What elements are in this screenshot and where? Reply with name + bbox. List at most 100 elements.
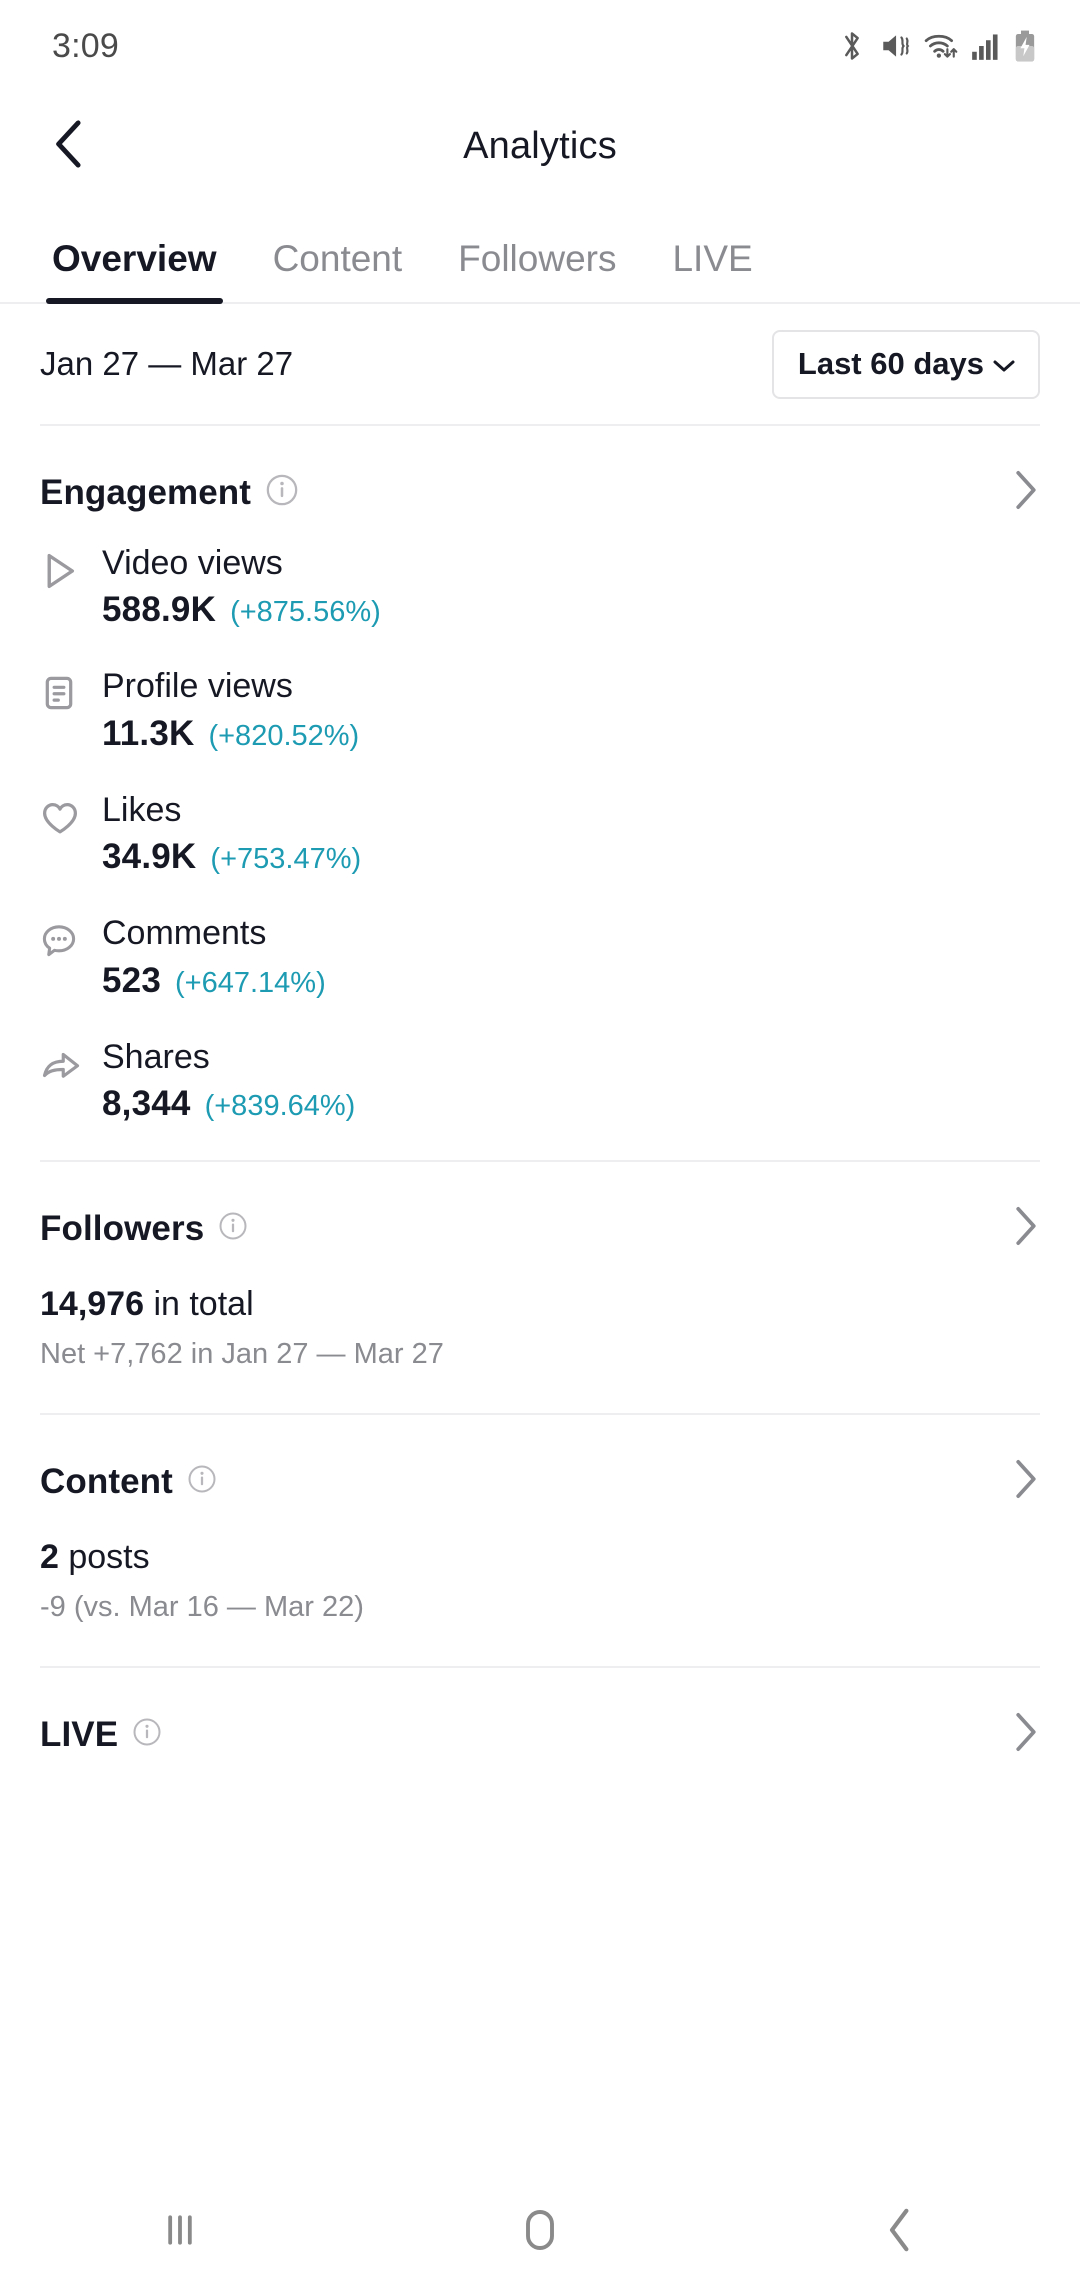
metric-value-row: 588.9K (+875.56%) bbox=[102, 590, 1040, 630]
back-icon bbox=[883, 2206, 917, 2259]
followers-net-text: Net +7,762 in Jan 27 — Mar 27 bbox=[40, 1338, 444, 1371]
chevron-right-icon[interactable] bbox=[1012, 468, 1040, 517]
metric-value: 11.3K bbox=[102, 713, 195, 753]
date-range-label: Jan 27 — Mar 27 bbox=[40, 345, 294, 382]
live-header-left: LIVE bbox=[40, 1715, 162, 1755]
tab-followers[interactable]: Followers bbox=[430, 238, 644, 302]
metric-value: 8,344 bbox=[102, 1084, 191, 1124]
metric-body: Profile views 11.3K (+820.52%) bbox=[102, 666, 1040, 753]
heart-icon bbox=[40, 798, 80, 843]
followers-title: Followers bbox=[40, 1208, 205, 1248]
info-icon[interactable] bbox=[265, 473, 299, 512]
info-icon[interactable] bbox=[218, 1211, 248, 1246]
content-section: Content 2 posts -9 (vs. Mar 16 — Mar 22) bbox=[0, 1415, 1080, 1666]
metric-body: Shares 8,344 (+839.64%) bbox=[102, 1037, 1040, 1124]
recents-icon bbox=[160, 2208, 200, 2257]
chevron-down-icon bbox=[992, 346, 1016, 382]
play-icon bbox=[40, 551, 80, 596]
followers-header-left: Followers bbox=[40, 1209, 248, 1249]
metric-value: 523 bbox=[102, 960, 161, 1000]
chevron-left-icon bbox=[50, 118, 90, 175]
metric-body: Likes 34.9K (+753.47%) bbox=[102, 790, 1040, 877]
date-range-picker-label: Last 60 days bbox=[797, 345, 984, 381]
metric-delta: (+753.47%) bbox=[210, 843, 362, 876]
metric-value: 34.9K bbox=[102, 837, 197, 877]
engagement-metrics: Video views 588.9K (+875.56%) Profile vi… bbox=[40, 525, 1040, 1160]
system-nav-bar bbox=[0, 2184, 1080, 2280]
metric-delta: (+820.52%) bbox=[208, 719, 360, 752]
back-button[interactable] bbox=[38, 114, 102, 178]
engagement-header-left: Engagement bbox=[40, 473, 299, 513]
status-icons bbox=[838, 29, 1036, 63]
metric-icon-wrap bbox=[40, 913, 102, 964]
content-total-value: 2 bbox=[40, 1538, 59, 1577]
status-time: 3:09 bbox=[52, 26, 119, 65]
back-button-nav[interactable] bbox=[840, 2184, 960, 2280]
share-icon bbox=[40, 1045, 82, 1090]
metric-label: Profile views bbox=[102, 667, 293, 706]
metric-value-row: 8,344 (+839.64%) bbox=[102, 1084, 1040, 1124]
followers-total-suffix: in total bbox=[144, 1285, 254, 1324]
content-header-left: Content bbox=[40, 1462, 217, 1502]
followers-total-value: 14,976 bbox=[40, 1285, 144, 1324]
metric-label: Likes bbox=[102, 790, 182, 829]
page-title: Analytics bbox=[463, 124, 617, 167]
metric-body: Comments 523 (+647.14%) bbox=[102, 913, 1040, 1000]
info-icon[interactable] bbox=[187, 1464, 217, 1499]
metric-icon-wrap bbox=[40, 790, 102, 843]
metric-body: Video views 588.9K (+875.56%) bbox=[102, 543, 1040, 630]
metric-icon-wrap bbox=[40, 666, 102, 717]
followers-total: 14,976 in total bbox=[40, 1261, 1040, 1324]
content-change-text: -9 (vs. Mar 16 — Mar 22) bbox=[40, 1591, 364, 1624]
bluetooth-icon bbox=[838, 29, 866, 63]
metric-comments[interactable]: Comments 523 (+647.14%) bbox=[40, 913, 1040, 1036]
content-total: 2 posts bbox=[40, 1514, 1040, 1577]
mute-vibrate-icon bbox=[879, 30, 911, 62]
engagement-title: Engagement bbox=[40, 472, 252, 512]
document-icon bbox=[40, 674, 78, 717]
cellular-signal-icon bbox=[971, 31, 1001, 61]
battery-charging-icon bbox=[1014, 30, 1036, 62]
date-range-picker[interactable]: Last 60 days bbox=[771, 329, 1040, 399]
chevron-right-icon[interactable] bbox=[1012, 1204, 1040, 1253]
metric-value-row: 523 (+647.14%) bbox=[102, 961, 1040, 1001]
comment-icon bbox=[40, 921, 78, 964]
metric-profile-views[interactable]: Profile views 11.3K (+820.52%) bbox=[40, 666, 1040, 789]
app-bar: Analytics bbox=[0, 92, 1080, 200]
metric-likes[interactable]: Likes 34.9K (+753.47%) bbox=[40, 790, 1040, 913]
recents-button[interactable] bbox=[120, 2184, 240, 2280]
metric-icon-wrap bbox=[40, 543, 102, 596]
info-icon[interactable] bbox=[132, 1717, 162, 1752]
live-section: LIVE bbox=[0, 1668, 1080, 1767]
engagement-section: Engagement Video views 588.9K (+875.56%) bbox=[0, 426, 1080, 1160]
tab-bar: Overview Content Followers LIVE bbox=[0, 200, 1080, 304]
chevron-right-icon[interactable] bbox=[1012, 1710, 1040, 1759]
metric-label: Shares bbox=[102, 1037, 210, 1076]
tab-content[interactable]: Content bbox=[245, 238, 431, 302]
metric-value-row: 11.3K (+820.52%) bbox=[102, 714, 1040, 754]
metric-icon-wrap bbox=[40, 1037, 102, 1090]
content-header[interactable]: Content bbox=[40, 1415, 1040, 1514]
status-bar: 3:09 bbox=[0, 0, 1080, 92]
engagement-header[interactable]: Engagement bbox=[40, 426, 1040, 525]
followers-header[interactable]: Followers bbox=[40, 1162, 1040, 1261]
metric-delta: (+875.56%) bbox=[230, 596, 381, 629]
metric-delta: (+839.64%) bbox=[204, 1090, 356, 1123]
followers-section: Followers 14,976 in total Net +7,762 in … bbox=[0, 1162, 1080, 1413]
home-button[interactable] bbox=[480, 2184, 600, 2280]
live-header[interactable]: LIVE bbox=[40, 1668, 1040, 1767]
metric-value: 588.9K bbox=[102, 590, 217, 630]
tab-live[interactable]: LIVE bbox=[644, 238, 780, 302]
tab-overview[interactable]: Overview bbox=[24, 238, 245, 304]
chevron-right-icon[interactable] bbox=[1012, 1457, 1040, 1506]
metric-value-row: 34.9K (+753.47%) bbox=[102, 837, 1040, 877]
date-range-bar: Jan 27 — Mar 27 Last 60 days bbox=[0, 304, 1080, 424]
metric-label: Comments bbox=[102, 914, 267, 953]
content-title: Content bbox=[40, 1461, 173, 1501]
home-icon bbox=[520, 2206, 560, 2259]
metric-video-views[interactable]: Video views 588.9K (+875.56%) bbox=[40, 543, 1040, 666]
wifi-icon bbox=[924, 31, 958, 61]
live-title: LIVE bbox=[40, 1714, 119, 1754]
metric-label: Video views bbox=[102, 544, 283, 582]
metric-shares[interactable]: Shares 8,344 (+839.64%) bbox=[40, 1037, 1040, 1160]
